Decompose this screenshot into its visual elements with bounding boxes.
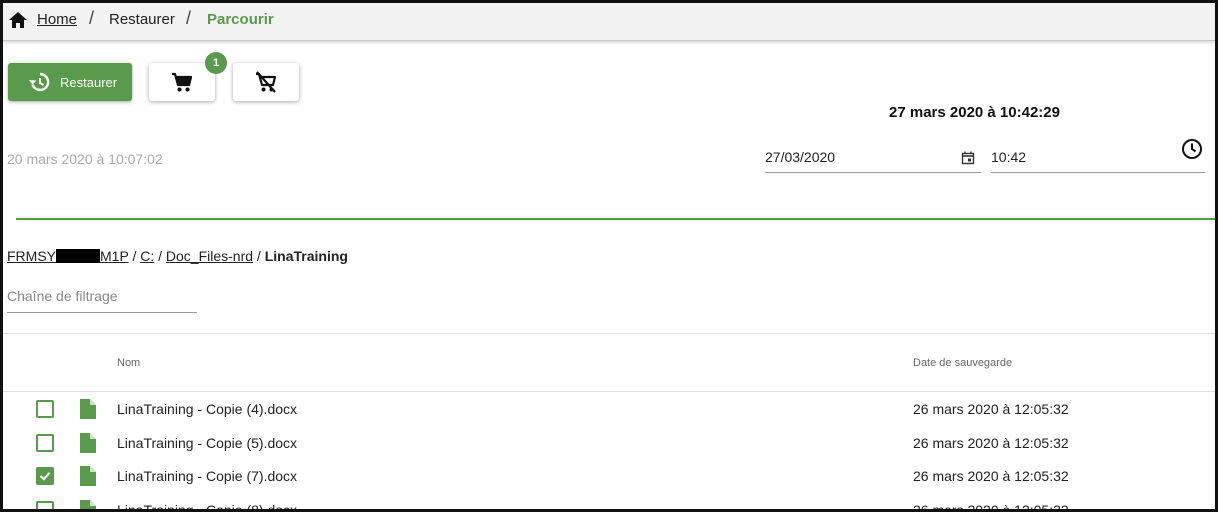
folder-path: FRMSY M1P / C: / Doc_Files-nrd / LinaTrai…: [7, 248, 348, 264]
file-backup-date: 26 mars 2020 à 12:05:32: [913, 401, 1069, 417]
row-checkbox[interactable]: [36, 400, 54, 418]
date-input[interactable]: 27/03/2020: [765, 143, 981, 173]
breadcrumb-separator: /: [186, 8, 192, 28]
breadcrumb-current: Parcourir: [207, 11, 274, 28]
breadcrumb-separator: /: [89, 8, 95, 28]
filter-input[interactable]: Chaîne de filtrage: [7, 283, 197, 313]
cart-count-badge: 1: [205, 52, 227, 74]
table-top-divider: [3, 333, 1215, 334]
cart-icon: [172, 72, 193, 92]
file-icon: [80, 499, 96, 509]
column-header-date[interactable]: Date de sauvegarde: [913, 357, 1012, 369]
table-row[interactable]: LinaTraining - Copie (4).docx 26 mars 202…: [3, 399, 1215, 433]
path-separator: /: [158, 248, 162, 264]
column-header-name[interactable]: Nom: [117, 357, 140, 369]
path-separator: /: [132, 248, 137, 264]
clear-cart-button[interactable]: [233, 63, 299, 101]
clock-icon[interactable]: [1181, 138, 1203, 160]
oldest-backup-datetime: 20 mars 2020 à 10:07:02: [7, 151, 163, 167]
cart-button[interactable]: [149, 63, 215, 101]
row-checkbox[interactable]: [36, 467, 54, 485]
selected-backup-datetime: 27 mars 2020 à 10:42:29: [889, 104, 1060, 121]
path-drive-link[interactable]: C:: [140, 248, 154, 264]
file-icon: [80, 466, 96, 491]
home-icon[interactable]: [8, 11, 28, 29]
path-host-suffix: M1P: [100, 248, 129, 264]
file-backup-date: 26 mars 2020 à 12:05:32: [913, 468, 1069, 484]
checkmark-icon: [39, 472, 51, 481]
row-checkbox[interactable]: [36, 433, 54, 452]
path-current-folder: LinaTraining: [264, 248, 348, 264]
path-host-prefix: FRMSY: [7, 248, 56, 264]
row-checkbox[interactable]: [36, 500, 54, 509]
path-folder-link[interactable]: Doc_Files-nrd: [166, 248, 253, 264]
breadcrumb-home-link[interactable]: Home: [37, 11, 77, 28]
restore-button[interactable]: Restaurer: [8, 63, 132, 101]
table-row[interactable]: LinaTraining - Copie (7).docx 26 mars 202…: [3, 466, 1215, 500]
file-backup-date: 26 mars 2020 à 12:05:32: [913, 501, 1069, 512]
section-divider: [16, 218, 1215, 220]
file-name[interactable]: LinaTraining - Copie (8).docx: [117, 502, 297, 510]
breadcrumb-restaurer[interactable]: Restaurer: [109, 11, 175, 28]
table-header-divider: [3, 391, 1215, 392]
file-name[interactable]: LinaTraining - Copie (7).docx: [117, 468, 297, 484]
time-input[interactable]: 10:42: [991, 143, 1205, 173]
redacted-block: [56, 249, 100, 263]
file-icon: [80, 399, 96, 424]
restore-history-icon: [29, 72, 50, 92]
breadcrumb-bar: Home / Restaurer / Parcourir: [3, 3, 1215, 41]
app-frame: Home / Restaurer / Parcourir Restaurer 1: [0, 0, 1218, 512]
remove-cart-icon: [256, 71, 277, 93]
table-row[interactable]: LinaTraining - Copie (5).docx 26 mars 202…: [3, 432, 1215, 467]
path-separator: /: [256, 248, 261, 264]
time-input-value: 10:42: [991, 149, 1027, 165]
date-input-value: 27/03/2020: [765, 149, 836, 165]
restore-button-label: Restaurer: [60, 75, 118, 90]
file-name[interactable]: LinaTraining - Copie (5).docx: [117, 435, 297, 451]
file-name[interactable]: LinaTraining - Copie (4).docx: [117, 401, 297, 417]
file-backup-date: 26 mars 2020 à 12:05:32: [913, 434, 1069, 451]
calendar-icon[interactable]: [961, 151, 975, 165]
file-icon: [80, 432, 96, 458]
path-host-link[interactable]: FRMSY M1P: [7, 248, 129, 264]
table-row[interactable]: LinaTraining - Copie (8).docx 26 mars 202…: [3, 499, 1215, 512]
